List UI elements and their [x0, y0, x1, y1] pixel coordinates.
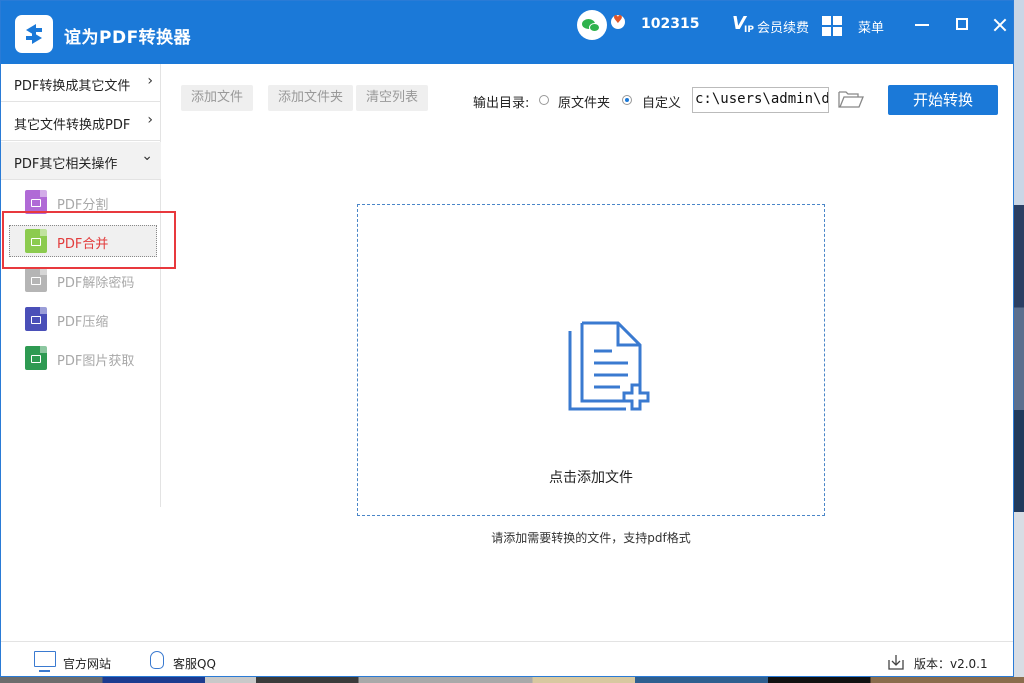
app-window: 谊为PDF转换器 102315 VIP 会员续费 菜单 PDF转换成其它文件 ›… — [0, 0, 1014, 677]
minimize-button[interactable] — [911, 13, 935, 37]
vip-renew-link[interactable]: 会员续费 — [757, 17, 809, 36]
clear-list-button[interactable]: 清空列表 — [356, 85, 429, 111]
app-title: 谊为PDF转换器 — [64, 28, 192, 48]
monitor-icon — [34, 651, 56, 672]
sidebar-item-label: PDF压缩 — [57, 315, 109, 330]
footer: 官方网站 客服QQ 版本：v2.0.1 — [1, 641, 1013, 676]
drop-zone-label: 点击添加文件 — [549, 470, 633, 486]
pdf-compress-icon — [25, 307, 47, 331]
output-path-field[interactable]: c:\users\admin\d — [692, 87, 829, 113]
output-dir-label: 输出目录: — [473, 96, 530, 111]
supported-format-hint: 请添加需要转换的文件，支持pdf格式 — [491, 531, 691, 545]
sidebar-item-pdf-image-extract[interactable]: PDF图片获取 — [1, 339, 161, 375]
lock-icon — [25, 268, 47, 292]
sidebar-category-label: PDF其它相关操作 — [14, 157, 118, 172]
menu-grid-icon[interactable] — [822, 16, 842, 36]
add-file-button[interactable]: 添加文件 — [181, 85, 254, 111]
image-icon — [25, 346, 47, 370]
file-drop-zone[interactable]: 点击添加文件 — [357, 204, 825, 516]
menu-button[interactable]: 菜单 — [858, 17, 884, 36]
add-document-icon — [568, 321, 650, 415]
folder-open-icon[interactable] — [838, 89, 864, 109]
qq-penguin-icon — [150, 651, 164, 669]
customer-service-qq-link[interactable]: 客服QQ — [173, 655, 216, 672]
sidebar-item-label: PDF解除密码 — [57, 276, 135, 291]
desktop-edge — [1014, 0, 1024, 683]
app-logo-icon — [15, 15, 53, 53]
radio-custom[interactable] — [622, 95, 632, 105]
chevron-right-icon: › — [147, 73, 153, 89]
sidebar-item-label: PDF图片获取 — [57, 354, 135, 369]
heart-badge-icon — [611, 13, 625, 29]
maximize-button[interactable] — [951, 13, 975, 37]
official-website-link[interactable]: 官方网站 — [63, 655, 111, 672]
taskbar-strip — [0, 677, 1024, 683]
radio-original-folder[interactable] — [539, 95, 549, 105]
start-convert-button[interactable]: 开始转换 — [888, 85, 998, 115]
version-label: 版本：v2.0.1 — [914, 657, 988, 671]
radio-custom-label[interactable]: 自定义 — [642, 92, 681, 111]
sidebar-category-label: 其它文件转换成PDF — [14, 118, 131, 133]
radio-original-folder-label[interactable]: 原文件夹 — [558, 92, 610, 111]
chevron-right-icon: › — [147, 112, 153, 128]
wechat-icon[interactable] — [577, 10, 607, 40]
user-id: 102315 — [641, 16, 700, 32]
title-bar: 谊为PDF转换器 102315 VIP 会员续费 菜单 — [1, 1, 1013, 64]
highlight-annotation-box — [2, 211, 176, 269]
add-folder-button[interactable]: 添加文件夹 — [268, 85, 354, 111]
sidebar-category-label: PDF转换成其它文件 — [14, 79, 131, 94]
sidebar-category-pdf-to-other[interactable]: PDF转换成其它文件 › — [1, 64, 161, 102]
close-button[interactable] — [989, 13, 1013, 37]
sidebar-category-other-to-pdf[interactable]: 其它文件转换成PDF › — [1, 103, 161, 141]
download-icon[interactable] — [888, 654, 904, 670]
sidebar-category-pdf-other-ops[interactable]: PDF其它相关操作 ⌄ — [1, 142, 161, 180]
vip-icon-sub: IP — [744, 25, 754, 35]
sidebar: PDF转换成其它文件 › 其它文件转换成PDF › PDF其它相关操作 ⌄ PD… — [1, 64, 161, 507]
vip-icon[interactable]: V IP — [732, 13, 754, 35]
sidebar-item-pdf-compress[interactable]: PDF压缩 — [1, 300, 161, 336]
chevron-down-icon: ⌄ — [141, 148, 153, 164]
